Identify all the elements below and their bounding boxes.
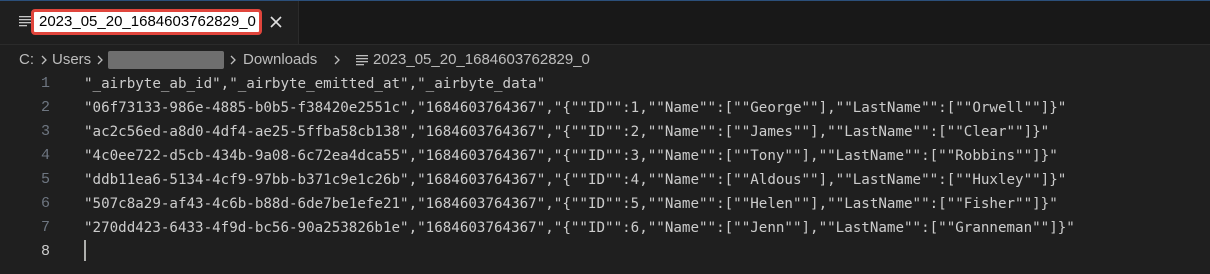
- editor-line[interactable]: 4 "4c0ee722-d5cb-434b-9a08-6c72ea4dca55"…: [0, 144, 1210, 168]
- line-text[interactable]: "507c8a29-af43-4c6b-b88d-6de7be1efe21","…: [84, 192, 1058, 216]
- line-text[interactable]: "ddb11ea6-5134-4cf9-97bb-b371c9e1c26b","…: [84, 168, 1066, 192]
- editor-line[interactable]: 2 "06f73133-986e-4885-b0b5-f38420e2551c"…: [0, 96, 1210, 120]
- breadcrumb: C: Users Downloads 2023_05_20_1684603762…: [0, 48, 1210, 72]
- line-text[interactable]: "4c0ee722-d5cb-434b-9a08-6c72ea4dca55","…: [84, 144, 1058, 168]
- line-number: 1: [40, 75, 50, 92]
- breadcrumb-item-users[interactable]: Users: [52, 50, 91, 70]
- editor-line[interactable]: 5 "ddb11ea6-5134-4cf9-97bb-b371c9e1c26b"…: [0, 168, 1210, 192]
- line-number: 2: [40, 99, 50, 116]
- line-number: 6: [40, 195, 50, 212]
- chevron-right-icon: [230, 55, 236, 65]
- editor-line-current[interactable]: 8: [0, 240, 1210, 264]
- line-text[interactable]: "06f73133-986e-4885-b0b5-f38420e2551c","…: [84, 96, 1066, 120]
- code-editor[interactable]: 1 "_airbyte_ab_id","_airbyte_emitted_at"…: [0, 72, 1210, 274]
- breadcrumb-item-drive[interactable]: C:: [19, 50, 34, 70]
- tab-title[interactable]: 2023_05_20_1684603762829_0: [31, 9, 262, 35]
- line-text[interactable]: "ac2c56ed-a8d0-4df4-ae25-5ffba58cb138","…: [84, 120, 1049, 144]
- chevron-right-icon: [97, 55, 103, 65]
- breadcrumb-item-downloads[interactable]: Downloads: [243, 50, 317, 70]
- editor-tab-active[interactable]: 2023_05_20_1684603762829_0: [0, 1, 299, 44]
- editor-line[interactable]: 7 "270dd423-6433-4f9d-bc56-90a253826b1e"…: [0, 216, 1210, 240]
- editor-line[interactable]: 1 "_airbyte_ab_id","_airbyte_emitted_at"…: [0, 72, 1210, 96]
- editor-line[interactable]: 3 "ac2c56ed-a8d0-4df4-ae25-5ffba58cb138"…: [0, 120, 1210, 144]
- line-text[interactable]: "_airbyte_ab_id","_airbyte_emitted_at","…: [84, 72, 545, 96]
- chevron-right-icon: [334, 55, 340, 65]
- text-file-icon: [356, 55, 368, 66]
- line-number: 4: [40, 147, 50, 164]
- line-number: 7: [40, 219, 50, 236]
- breadcrumb-item-redacted-username[interactable]: [108, 51, 224, 69]
- text-file-icon: [19, 16, 31, 27]
- line-number: 5: [40, 171, 50, 188]
- line-number: 8: [40, 243, 50, 260]
- text-cursor: [84, 240, 86, 261]
- breadcrumb-item-file[interactable]: 2023_05_20_1684603762829_0: [373, 50, 590, 70]
- chevron-right-icon: [41, 55, 47, 65]
- close-icon[interactable]: [269, 15, 283, 29]
- editor-tab-bar: 2023_05_20_1684603762829_0: [0, 1, 1210, 45]
- line-number: 3: [40, 123, 50, 140]
- editor-line[interactable]: 6 "507c8a29-af43-4c6b-b88d-6de7be1efe21"…: [0, 192, 1210, 216]
- line-text[interactable]: "270dd423-6433-4f9d-bc56-90a253826b1e","…: [84, 216, 1075, 240]
